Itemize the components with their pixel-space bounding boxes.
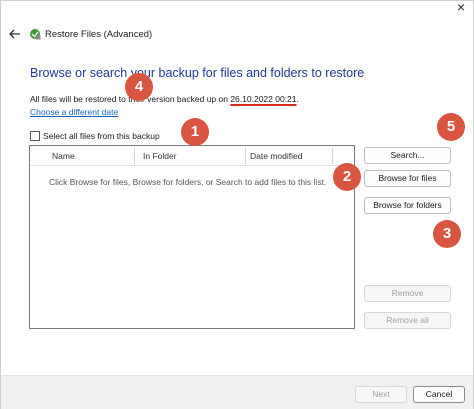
empty-list-hint: Click Browse for files, Browse for folde… bbox=[49, 177, 327, 187]
restore-info: All files will be restored to their vers… bbox=[30, 94, 299, 104]
checkbox-box[interactable] bbox=[30, 131, 40, 141]
choose-different-date-link[interactable]: Choose a different date bbox=[30, 107, 118, 117]
window-title: Restore Files (Advanced) bbox=[45, 29, 153, 40]
backup-restore-icon bbox=[30, 29, 41, 40]
remove-button[interactable]: Remove bbox=[364, 285, 451, 302]
title-bar: Restore Files (Advanced) bbox=[1, 23, 473, 47]
column-divider[interactable] bbox=[134, 148, 135, 164]
annotation-badge-2: 2 bbox=[333, 163, 361, 191]
search-button[interactable]: Search... bbox=[364, 147, 451, 164]
annotation-badge-4: 4 bbox=[125, 73, 153, 101]
annotation-badge-1: 1 bbox=[181, 118, 209, 146]
annotation-badge-5: 5 bbox=[437, 113, 465, 141]
browse-for-folders-button[interactable]: Browse for folders bbox=[364, 197, 451, 214]
close-icon[interactable]: × bbox=[453, 0, 469, 15]
next-button[interactable]: Next bbox=[355, 386, 407, 403]
column-header-in-folder[interactable]: In Folder bbox=[139, 146, 177, 166]
column-header-name[interactable]: Name bbox=[48, 146, 75, 166]
page-heading: Browse or search your backup for files a… bbox=[30, 66, 365, 80]
backup-date: 26.10.2022 00:21 bbox=[230, 94, 297, 104]
restore-files-window: × Restore Files (Advanced) Browse or sea… bbox=[0, 0, 474, 409]
browse-for-files-button[interactable]: Browse for files bbox=[364, 170, 451, 187]
cancel-button[interactable]: Cancel bbox=[413, 386, 465, 403]
select-all-checkbox[interactable]: Select all files from this backup bbox=[30, 130, 160, 142]
dialog-footer: Next Cancel bbox=[1, 375, 473, 409]
back-arrow-icon[interactable] bbox=[7, 26, 23, 42]
annotation-badge-3: 3 bbox=[433, 220, 461, 248]
files-list[interactable]: Name In Folder Date modified Click Brows… bbox=[29, 145, 355, 329]
restore-info-suffix: . bbox=[296, 94, 299, 104]
files-list-header: Name In Folder Date modified bbox=[30, 146, 354, 166]
column-header-date-modified[interactable]: Date modified bbox=[246, 146, 302, 166]
select-all-label: Select all files from this backup bbox=[43, 131, 160, 141]
column-divider[interactable] bbox=[332, 148, 333, 164]
remove-all-button[interactable]: Remove all bbox=[364, 312, 451, 329]
